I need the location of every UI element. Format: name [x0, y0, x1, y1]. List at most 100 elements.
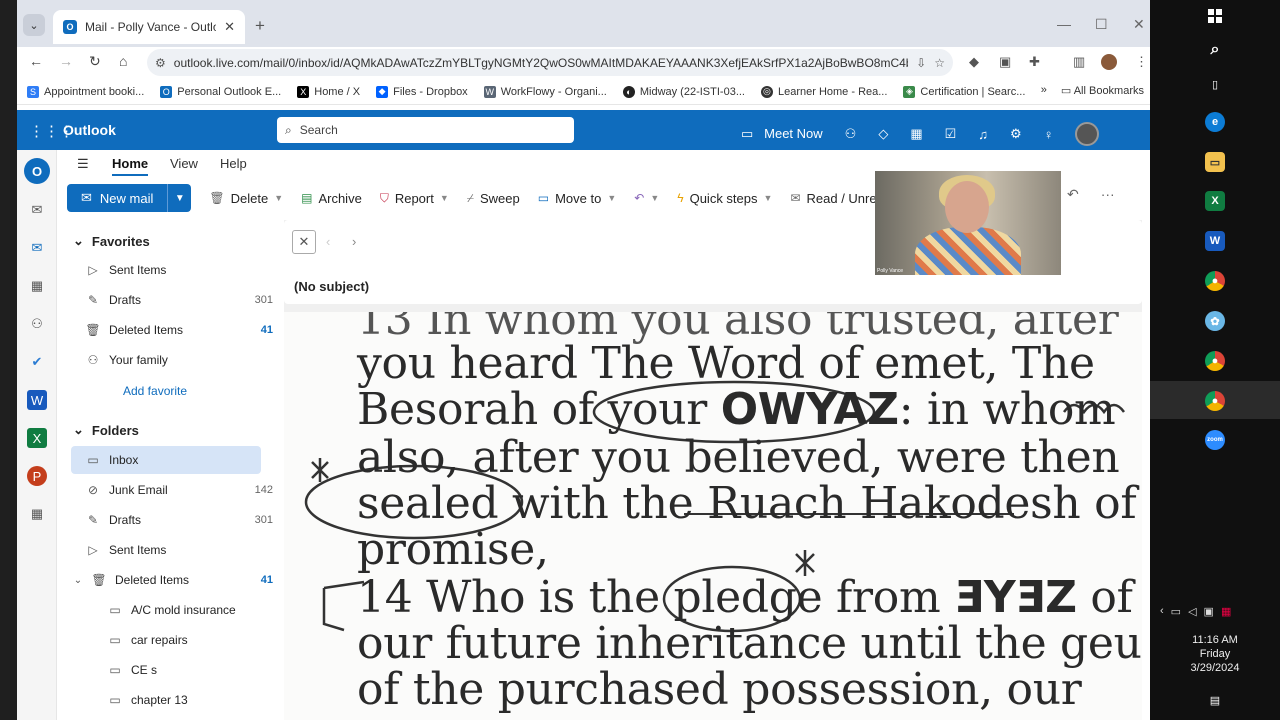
undo-icon[interactable]: ↶ — [1067, 186, 1079, 203]
people-icon[interactable]: ⚇ — [27, 314, 47, 334]
delete-button[interactable]: 🗑 Delete ▼ — [209, 191, 283, 206]
chrome-profile-icon[interactable]: ● — [1205, 351, 1225, 371]
tab-home[interactable]: Home — [112, 156, 149, 176]
home-icon[interactable]: ⌂ — [119, 53, 127, 69]
task-view-icon[interactable]: ▯ — [1205, 74, 1225, 94]
file-explorer-icon[interactable]: ▭ — [1205, 152, 1225, 172]
back-icon[interactable]: ← — [29, 53, 43, 69]
zoom-icon[interactable]: zoom — [1205, 430, 1225, 450]
fav-deleted-items[interactable]: 🗑 Deleted Items 41 — [85, 316, 279, 344]
account-avatar[interactable] — [1075, 122, 1100, 146]
tab-outlook[interactable]: O Mail - Polly Vance - Outlook ✕ — [53, 10, 245, 44]
gear-icon[interactable]: ⚙ — [1010, 126, 1022, 142]
favorites-header[interactable]: ⌄ Favorites — [73, 233, 150, 249]
subfolder-item[interactable]: ▭ car repairs — [107, 626, 279, 654]
dropbox-extension-icon[interactable]: ◆ — [969, 54, 979, 70]
search-box[interactable]: ⌕ Search — [277, 117, 574, 143]
premium-diamond-icon[interactable]: ◇ — [878, 126, 888, 142]
tab-help[interactable]: Help — [220, 156, 247, 171]
bookmark-item[interactable]: ◎ Learner Home - Rea... — [760, 85, 887, 98]
site-info-icon[interactable]: ⚙ — [155, 56, 166, 70]
new-mail-dropdown[interactable]: ▼ — [167, 184, 191, 212]
powerpoint-icon[interactable]: P — [27, 466, 47, 486]
more-apps-icon[interactable]: ▦ — [27, 504, 47, 524]
outlook-brand[interactable]: Outlook — [63, 122, 116, 138]
mail-icon[interactable]: ✉ — [27, 238, 47, 258]
sweep-button[interactable]: ⌿ Sweep — [467, 191, 520, 206]
excel-icon[interactable]: X — [27, 428, 47, 448]
groups-mail-icon[interactable]: ✉ — [27, 200, 47, 220]
maximize-button[interactable]: ☐ — [1095, 16, 1108, 33]
bookmark-item[interactable]: O Personal Outlook E... — [160, 85, 281, 98]
notification-badge-icon[interactable]: ▦ — [1221, 605, 1231, 618]
folder-drafts[interactable]: ✎ Drafts 301 — [85, 506, 279, 534]
folders-header[interactable]: ⌄ Folders — [73, 422, 139, 438]
word-taskbar-icon[interactable]: W — [1205, 231, 1225, 251]
forward-icon[interactable]: → — [59, 53, 73, 69]
subfolder-item[interactable]: ▭ CE s — [107, 656, 279, 684]
url-text[interactable]: outlook.live.com/mail/0/inbox/id/AQMkADA… — [174, 56, 908, 70]
network-icon[interactable]: ▣ — [1204, 605, 1214, 618]
chevron-down-icon[interactable]: ▼ — [440, 193, 449, 203]
star-icon[interactable]: ☆ — [934, 56, 945, 70]
report-button[interactable]: ⛉ Report ▼ — [380, 191, 449, 206]
close-window-button[interactable]: ✕ — [1133, 16, 1145, 33]
subfolder-item[interactable]: ▭ chapter 13 — [107, 686, 279, 714]
new-mail-button[interactable]: ✉ New mail — [67, 184, 167, 212]
fav-your-family[interactable]: ⚇ Your family — [85, 346, 279, 374]
calendar-icon[interactable]: ▦ — [27, 276, 47, 296]
profile-avatar[interactable] — [1101, 54, 1117, 70]
bookmark-item[interactable]: X Home / X — [297, 85, 360, 98]
quick-steps-button[interactable]: ϟ Quick steps ▼ — [677, 191, 772, 206]
folder-sent-items[interactable]: ▷ Sent Items — [85, 536, 279, 564]
chevron-left-icon[interactable]: ‹ — [1160, 605, 1164, 618]
app-icon[interactable]: ✿ — [1205, 311, 1225, 331]
taskbar-clock[interactable]: 11:16 AM Friday 3/29/2024 — [1180, 633, 1250, 675]
chevron-down-icon[interactable]: ⌄ — [73, 575, 83, 586]
folder-junk-email[interactable]: ⊘ Junk Email 142 — [85, 476, 279, 504]
new-mail-split-button[interactable]: ✉ New mail ▼ — [67, 184, 192, 212]
folder-inbox[interactable]: ▭ Inbox — [71, 446, 261, 474]
bell-icon[interactable]: ♫ — [978, 127, 988, 142]
all-bookmarks[interactable]: ▭ All Bookmarks — [1061, 84, 1144, 97]
lightbulb-icon[interactable]: ♀ — [1044, 127, 1054, 142]
notifications-icon[interactable]: ▤ — [1205, 690, 1225, 710]
search-icon[interactable]: ⌕ — [1205, 40, 1225, 60]
chevron-down-icon[interactable]: ▼ — [650, 193, 659, 203]
browser-menu-icon[interactable]: ⋮ — [1135, 54, 1148, 70]
sidepanel-icon[interactable]: ▥ — [1073, 54, 1085, 70]
chevron-down-icon[interactable]: ▼ — [607, 193, 616, 203]
tab-search-button[interactable]: ⌄ — [23, 14, 45, 36]
next-message-icon[interactable]: › — [352, 234, 356, 249]
bookmark-item[interactable]: W WorkFlowy - Organi... — [483, 85, 607, 98]
bookmark-item[interactable]: ◆ Files - Dropbox — [376, 85, 468, 98]
fav-drafts[interactable]: ✎ Drafts 301 — [85, 286, 279, 314]
word-icon[interactable]: W — [27, 390, 47, 410]
extension-icon[interactable]: ▣ — [999, 54, 1011, 70]
volume-icon[interactable]: ◁ — [1188, 605, 1196, 618]
install-app-icon[interactable]: ⇩ — [916, 56, 926, 70]
fav-sent-items[interactable]: ▷ Sent Items — [85, 256, 279, 284]
bookmark-item[interactable]: ◐ Midway (22-ISTI-03... — [622, 85, 745, 98]
more-options-icon[interactable]: ··· — [1101, 186, 1115, 203]
close-message-button[interactable]: ✕ — [292, 230, 316, 254]
more-bookmarks-icon[interactable]: » — [1041, 84, 1047, 97]
tab-view[interactable]: View — [170, 156, 198, 171]
minimize-button[interactable]: — — [1057, 16, 1071, 32]
battery-icon[interactable]: ▭ — [1171, 605, 1181, 618]
add-favorite-link[interactable]: Add favorite — [123, 384, 187, 398]
bookmark-item[interactable]: ◈ Certification | Searc... — [903, 85, 1025, 98]
meet-now-button[interactable]: ▭ Meet Now — [741, 126, 823, 142]
chrome-icon[interactable]: ● — [1205, 271, 1225, 291]
bookmark-item[interactable]: S Appointment booki... — [27, 85, 144, 98]
excel-taskbar-icon[interactable]: X — [1205, 191, 1225, 211]
edge-icon[interactable]: e — [1205, 112, 1225, 132]
extensions-puzzle-icon[interactable]: ✚ — [1029, 54, 1040, 70]
archive-button[interactable]: ▤ Archive — [301, 191, 362, 206]
chevron-down-icon[interactable]: ▼ — [764, 193, 773, 203]
teams-icon[interactable]: ⚇ — [845, 126, 857, 142]
reply-button[interactable]: ↶ ▼ — [634, 191, 659, 205]
outlook-app-icon[interactable]: O — [24, 158, 50, 184]
chevron-down-icon[interactable]: ▼ — [274, 193, 283, 203]
chrome-active-icon[interactable]: ● — [1205, 391, 1225, 411]
